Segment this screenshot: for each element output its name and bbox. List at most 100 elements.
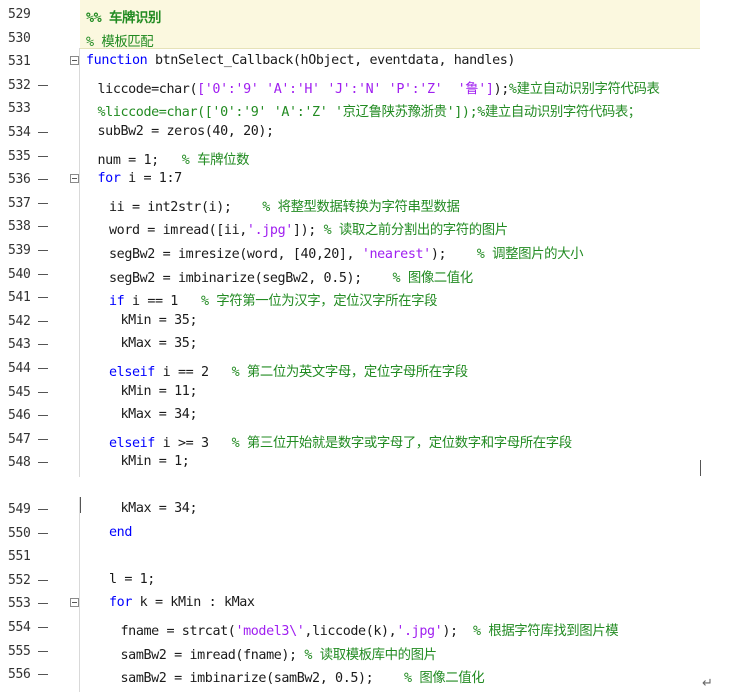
breakpoint-marker[interactable]: [38, 202, 48, 204]
code-editor-top[interactable]: 529 %% 车牌识别 530 % 模板匹配 531 function btnSelect…: [0, 0, 701, 477]
keyword: for: [109, 595, 132, 611]
code-text: % 模板匹配: [86, 30, 154, 50]
text-cursor: [80, 497, 81, 513]
breakpoint-marker[interactable]: [38, 438, 48, 440]
breakpoint-marker[interactable]: [38, 627, 48, 628]
line-number: 545: [8, 384, 31, 400]
keyword: for: [97, 171, 121, 187]
fold-collapse-icon[interactable]: [70, 174, 79, 184]
breakpoint-marker[interactable]: [38, 84, 48, 86]
fold-collapse-icon[interactable]: [70, 598, 79, 608]
code-token: k = kMin : kMax: [132, 595, 255, 611]
breakpoint-marker[interactable]: [38, 603, 48, 605]
comment: % 图像二值化: [404, 671, 485, 687]
breakpoint-marker[interactable]: [38, 579, 48, 581]
code-line[interactable]: 539 segBw2 = imresize(word, [40,20], 'nea…: [0, 240, 700, 264]
code-token: i == 1: [124, 294, 201, 310]
breakpoint-marker[interactable]: [38, 132, 48, 133]
breakpoint-marker[interactable]: [38, 297, 48, 299]
breakpoint-marker[interactable]: [38, 650, 48, 652]
code-line[interactable]: 533 %liccode=char(['0':'9' 'A':'Z' '京辽鲁陕苏…: [0, 98, 700, 122]
breakpoint-marker[interactable]: [38, 250, 48, 251]
line-number: 539: [8, 243, 31, 258]
code-line[interactable]: 545 kMin = 11;: [0, 382, 700, 406]
breakpoint-marker[interactable]: [38, 415, 48, 417]
code-text: fname = strcat('model3\',liccode(k),'.jp…: [121, 619, 619, 639]
code-line[interactable]: 541 if i == 1 % 字符第一位为汉字，定位汉字所在字段: [0, 287, 700, 311]
code-line[interactable]: 531 function btnSelect_Callback(hObject, …: [0, 51, 700, 75]
code-token: ]);: [292, 223, 324, 239]
breakpoint-marker[interactable]: [38, 226, 48, 228]
line-number: 534: [8, 125, 31, 140]
code-line[interactable]: 556 samBw2 = imbinarize(samBw2, 0.5); % 图…: [0, 664, 700, 688]
breakpoint-marker[interactable]: [38, 674, 48, 676]
breakpoint-marker[interactable]: [38, 532, 48, 534]
code-token: samBw2 = imbinarize(samBw2, 0.5);: [120, 671, 404, 687]
line-number: 530: [8, 30, 31, 46]
breakpoint-marker[interactable]: [38, 344, 48, 346]
comment: %建立自动识别字符代码表: [508, 81, 660, 97]
code-line[interactable]: 534 subBw2 = zeros(40, 20);: [0, 122, 700, 146]
keyword: function: [86, 53, 148, 69]
code-text: kMax = 34;: [121, 407, 198, 422]
code-line[interactable]: 530 % 模板匹配: [0, 28, 700, 52]
code-text: kMin = 1;: [121, 454, 190, 469]
breakpoint-marker[interactable]: [38, 320, 48, 322]
comment: %liccode=char(['0':'9' 'A':'Z' '京辽鲁陕苏豫浙贵…: [97, 105, 642, 121]
code-line[interactable]: 532 liccode=char(['0':'9' 'A':'H' 'J':'N'…: [0, 75, 700, 99]
line-number: 544: [8, 361, 31, 376]
line-number: 549: [8, 502, 31, 517]
code-line[interactable]: 543 kMax = 35;: [0, 334, 700, 358]
code-line[interactable]: 554 fname = strcat('model3\',liccode(k),'…: [0, 617, 700, 641]
line-number: 552: [8, 572, 31, 588]
line-number: 532: [8, 77, 31, 93]
line-number: 551: [8, 549, 31, 565]
line-number: 542: [8, 313, 31, 329]
code-text: end: [109, 525, 132, 540]
code-token: ii = int2str(i);: [109, 199, 263, 215]
comment: % 图像二值化: [392, 270, 474, 286]
code-line[interactable]: 553 for k = kMin : kMax: [0, 593, 700, 617]
code-line[interactable]: 542 kMin = 35;: [0, 311, 700, 335]
code-line[interactable]: 555 samBw2 = imread(fname); % 读取模板库中的图片: [0, 641, 700, 665]
code-line[interactable]: 535 num = 1; % 车牌位数: [0, 146, 700, 170]
code-token: ,liccode(k),: [304, 624, 397, 639]
code-line[interactable]: 552 l = 1;: [0, 570, 700, 594]
line-number: 550: [8, 525, 31, 541]
code-text: num = 1; % 车牌位数: [98, 148, 250, 168]
code-line[interactable]: 538 word = imread([ii,'.jpg']); % 读取之前分割出…: [0, 216, 700, 240]
code-line[interactable]: 540 segBw2 = imbinarize(segBw2, 0.5); % 图…: [0, 264, 700, 288]
line-number: 541: [8, 290, 31, 306]
code-token: kMin = 11;: [120, 383, 198, 399]
code-token: i == 2: [154, 365, 232, 380]
breakpoint-marker[interactable]: [38, 155, 48, 157]
code-line[interactable]: 544 elseif i == 2 % 第二位为英文字母，定位字母所在字段: [0, 358, 700, 382]
code-line[interactable]: 550 end: [0, 523, 700, 547]
string-literal: ['0':'9' 'A':'H' 'J':'N' 'P':'Z' '鲁']: [197, 81, 494, 97]
comment: % 读取之前分割出的字符的图片: [323, 223, 509, 239]
code-token: kMax = 34;: [120, 407, 198, 423]
fold-collapse-icon[interactable]: [70, 56, 79, 66]
code-token: kMin = 1;: [120, 454, 190, 470]
code-token: );: [442, 624, 473, 639]
breakpoint-marker[interactable]: [38, 179, 48, 181]
code-line[interactable]: 536 for i = 1:7: [0, 169, 700, 193]
code-text: function btnSelect_Callback(hObject, eve…: [86, 53, 515, 68]
breakpoint-marker[interactable]: [38, 509, 48, 510]
keyword: elseif: [109, 435, 155, 451]
code-line[interactable]: 549 kMax = 34;: [0, 499, 700, 523]
code-text: liccode=char(['0':'9' 'A':'H' 'J':'N' 'P…: [98, 77, 660, 97]
breakpoint-marker[interactable]: [38, 273, 48, 275]
string-literal: 'nearest': [361, 247, 431, 262]
code-editor-bottom[interactable]: 549 kMax = 34; 550 end 551 552 l = 1; 553 for k …: [0, 497, 700, 692]
code-line[interactable]: 551: [0, 546, 700, 570]
code-line[interactable]: 546 kMax = 34;: [0, 405, 700, 429]
code-line[interactable]: 529 %% 车牌识别: [0, 4, 700, 28]
breakpoint-marker[interactable]: [38, 391, 48, 393]
code-line[interactable]: 547 elseif i >= 3 % 第三位开始就是数字或字母了，定位数字和字母…: [0, 429, 700, 453]
code-line[interactable]: 537 ii = int2str(i); % 将整型数据转换为字符串型数据: [0, 193, 700, 217]
breakpoint-marker[interactable]: [38, 462, 48, 464]
keyword: if: [109, 294, 125, 310]
breakpoint-marker[interactable]: [38, 368, 48, 369]
code-line[interactable]: 548 kMin = 1;: [0, 452, 700, 476]
